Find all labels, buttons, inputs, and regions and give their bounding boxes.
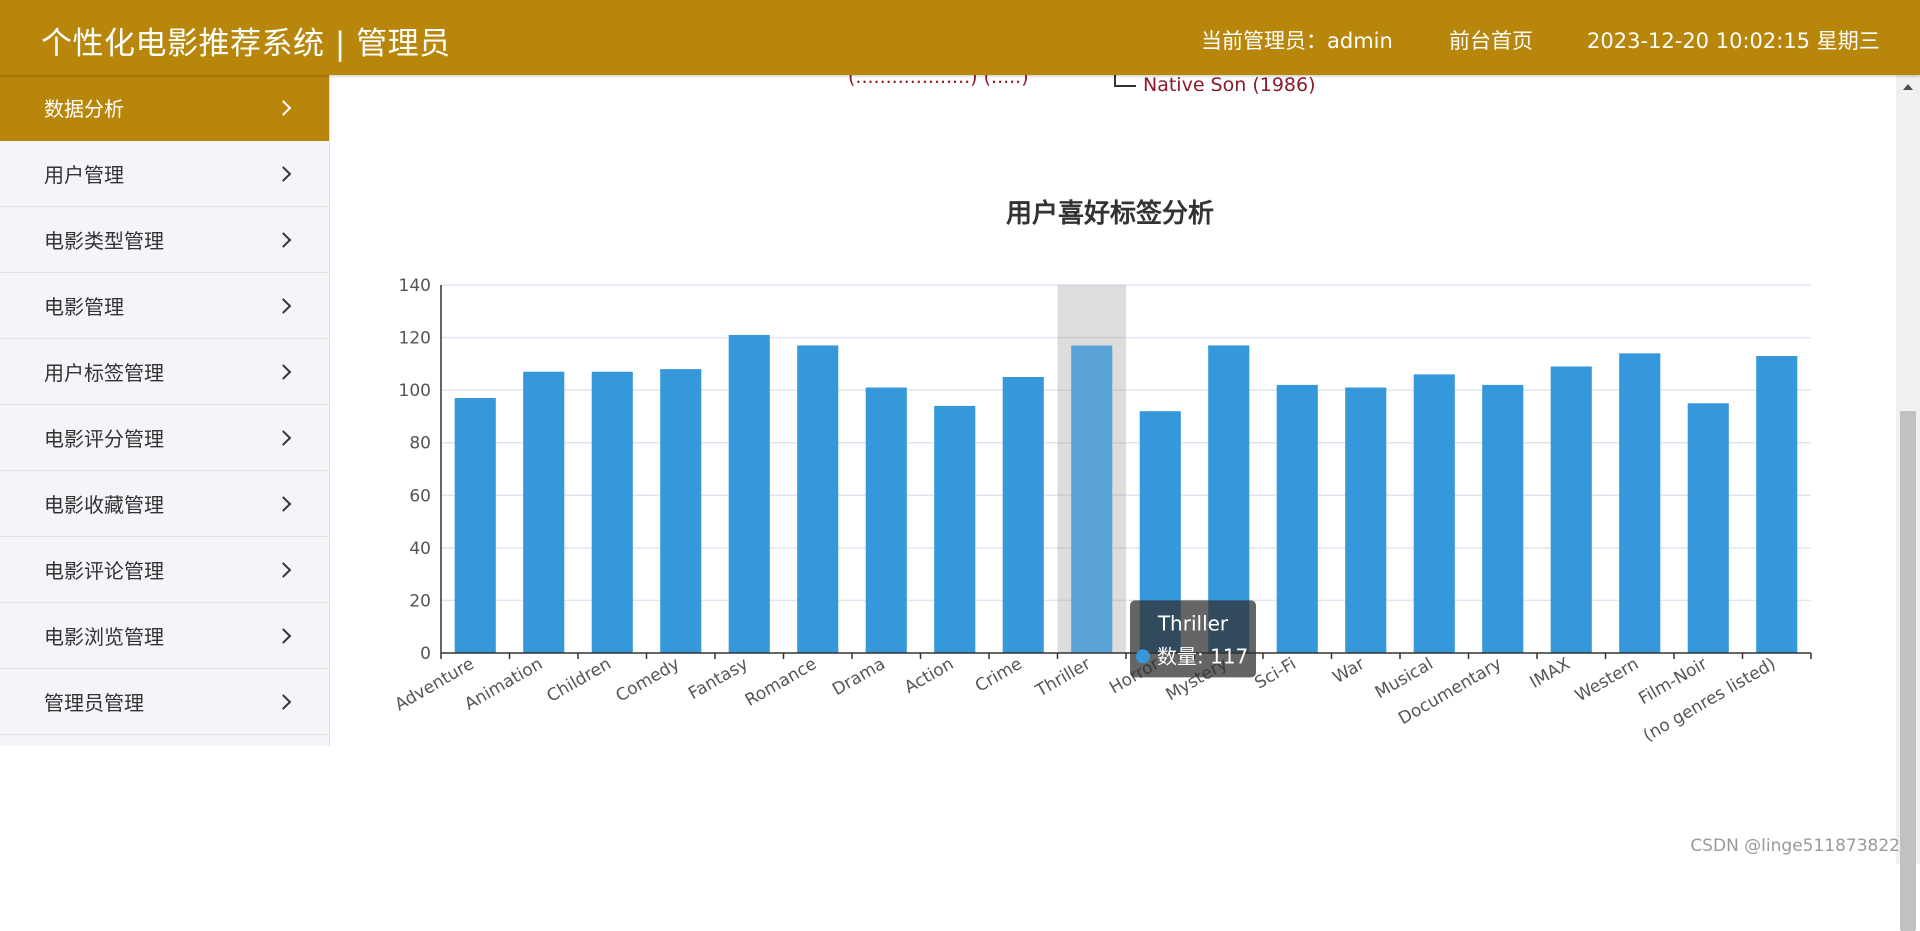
sidebar-item-label: 电影评论管理 — [44, 559, 164, 583]
sidebar-item-label: 管理员管理 — [44, 691, 144, 715]
sidebar-item-favorite-management[interactable]: 电影收藏管理 — [0, 471, 329, 537]
tree-connector — [1114, 74, 1136, 87]
vertical-scrollbar[interactable] — [1896, 75, 1920, 931]
chevron-right-icon — [275, 693, 292, 710]
chevron-right-icon — [275, 231, 292, 248]
bar-drama[interactable] — [865, 387, 907, 653]
bar-documentary[interactable] — [1482, 384, 1524, 653]
y-tick-label: 0 — [420, 644, 431, 664]
datetime-display: 2023-12-20 10:02:15 星期三 — [1587, 29, 1880, 53]
x-tick-label: War — [1330, 654, 1369, 688]
chevron-right-icon — [275, 495, 292, 512]
bar-adventure[interactable] — [454, 398, 496, 653]
scrollbar-thumb[interactable] — [1900, 411, 1916, 931]
bar-war[interactable] — [1345, 387, 1387, 653]
sidebar: 数据分析 用户管理 电影类型管理 电影管理 用户标签管理 电影评分管理 电影收藏… — [0, 75, 330, 746]
chevron-right-icon — [275, 429, 292, 446]
frontpage-link[interactable]: 前台首页 — [1449, 25, 1533, 55]
current-admin-label: 当前管理员：admin — [1201, 29, 1393, 53]
sidebar-item-user-tag-management[interactable]: 用户标签管理 — [0, 339, 329, 405]
y-tick-label: 40 — [409, 539, 431, 559]
chart-title: 用户喜好标签分析 — [1006, 198, 1214, 229]
bar-fantasy[interactable] — [728, 334, 770, 653]
bar-animation[interactable] — [523, 371, 565, 653]
sidebar-item-browse-management[interactable]: 电影浏览管理 — [0, 603, 329, 669]
chevron-right-icon — [275, 165, 292, 182]
y-tick-label: 80 — [409, 434, 431, 454]
x-tick-label: Thriller — [1032, 654, 1095, 702]
sidebar-item-comment-management[interactable]: 电影评论管理 — [0, 537, 329, 603]
sidebar-item-label: 电影评分管理 — [44, 427, 164, 451]
tooltip-category: Thriller — [1157, 611, 1229, 635]
y-tick-label: 140 — [399, 276, 431, 296]
bar-film-noir[interactable] — [1687, 403, 1729, 653]
chevron-right-icon — [275, 561, 292, 578]
x-tick-label: Crime — [972, 654, 1026, 697]
tree-chart-fragment: (...................) (.....) Native Son… — [848, 66, 1408, 96]
y-tick-label: 60 — [409, 486, 431, 506]
sidebar-item-user-management[interactable]: 用户管理 — [0, 141, 329, 207]
top-header: 个性化电影推荐系统 | 管理员 当前管理员：admin 前台首页 2023-12… — [0, 0, 1920, 75]
sidebar-item-label: 数据分析 — [44, 97, 124, 121]
app-title: 个性化电影推荐系统 | 管理员 — [41, 26, 451, 62]
x-tick-label: Comedy — [612, 654, 683, 706]
y-tick-label: 100 — [399, 381, 431, 401]
chevron-right-icon — [275, 627, 292, 644]
sidebar-item-movie-management[interactable]: 电影管理 — [0, 273, 329, 339]
bar-imax[interactable] — [1550, 366, 1592, 653]
x-tick-label: Sci-Fi — [1251, 654, 1299, 693]
chevron-right-icon — [275, 363, 292, 380]
sidebar-item-genre-management[interactable]: 电影类型管理 — [0, 207, 329, 273]
tooltip-value: 数量: 117 — [1157, 644, 1248, 668]
y-tick-label: 120 — [399, 329, 431, 349]
bar-comedy[interactable] — [660, 369, 702, 653]
y-tick-label: 20 — [409, 591, 431, 611]
sidebar-item-data-analysis[interactable]: 数据分析 — [0, 75, 329, 141]
genre-preference-bar-chart[interactable]: 用户喜好标签分析 0 20 40 60 80 100 120 140 AdventureAnim… — [380, 180, 1840, 780]
bar-sci-fi[interactable] — [1276, 384, 1318, 653]
sidebar-item-rating-management[interactable]: 电影评分管理 — [0, 405, 329, 471]
bar-crime[interactable] — [1002, 377, 1044, 653]
bar-musical[interactable] — [1413, 374, 1455, 653]
scroll-up-arrow-icon[interactable] — [1903, 84, 1913, 90]
sidebar-item-label: 电影管理 — [44, 295, 124, 319]
tooltip-series-marker — [1136, 649, 1150, 664]
x-tick-label: Children — [543, 654, 614, 707]
tree-node-label[interactable]: Native Son (1986) — [1143, 74, 1316, 96]
x-tick-label: Western — [1572, 654, 1642, 706]
sidebar-item-label: 用户标签管理 — [44, 361, 164, 385]
x-tick-label: IMAX — [1527, 654, 1575, 693]
sidebar-item-label: 电影类型管理 — [44, 229, 164, 253]
chevron-right-icon — [275, 99, 292, 116]
x-tick-label: Fantasy — [685, 654, 752, 704]
sidebar-item-label: 电影收藏管理 — [44, 493, 164, 517]
bar-no-genres-listed[interactable] — [1756, 355, 1798, 653]
bar-romance[interactable] — [797, 345, 839, 653]
sidebar-item-label: 电影浏览管理 — [44, 625, 164, 649]
x-tick-label: Adventure — [392, 654, 478, 715]
x-tick-label: Romance — [742, 654, 820, 711]
bar-action[interactable] — [934, 405, 976, 653]
bar-children[interactable] — [591, 371, 633, 653]
x-tick-label: Animation — [461, 654, 546, 715]
x-tick-label: Drama — [829, 654, 889, 700]
csdn-watermark: CSDN @linge511873822 — [1690, 836, 1900, 856]
sidebar-item-admin-management[interactable]: 管理员管理 — [0, 669, 329, 735]
x-tick-label: Action — [901, 654, 957, 698]
chart-tooltip: Thriller 数量: 117 — [1130, 600, 1256, 678]
sidebar-item-label: 用户管理 — [44, 163, 124, 187]
bar-thriller[interactable] — [1071, 345, 1113, 653]
bar-western[interactable] — [1619, 353, 1661, 653]
chevron-right-icon — [275, 297, 292, 314]
